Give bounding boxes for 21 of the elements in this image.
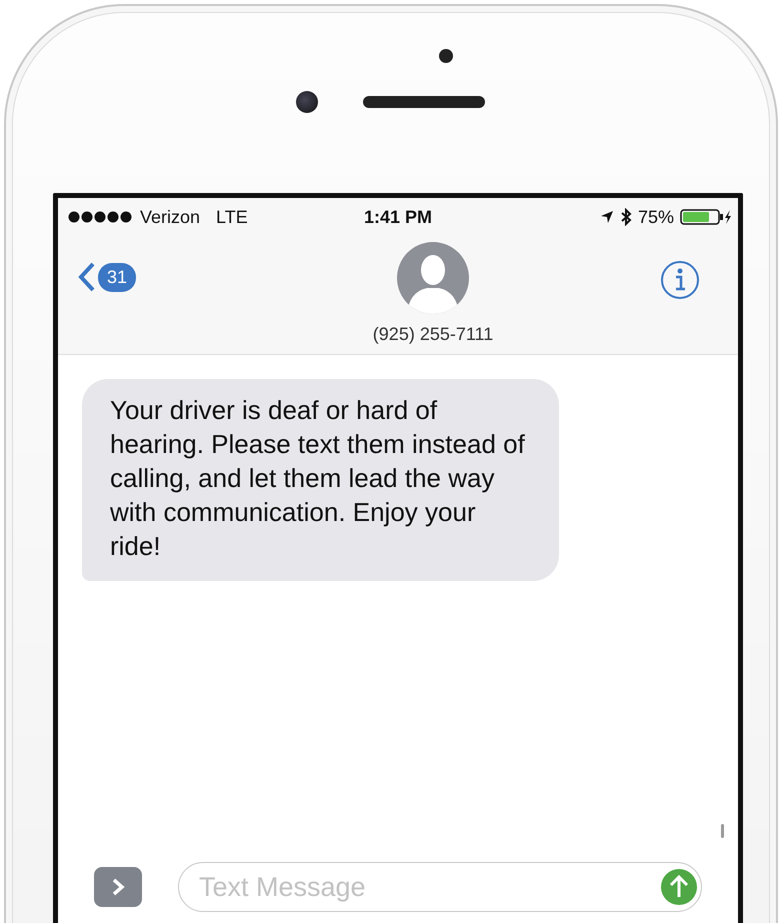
battery-icon: [680, 209, 732, 225]
location-arrow-icon: [600, 210, 614, 224]
message-bubble: Your driver is deaf or hard of hearing. Please text them instead of calling, and let them lead the way with communication. Enjoy your ride!: [82, 379, 559, 581]
contact-number: (925) 255-7111: [372, 324, 494, 345]
status-time: 1:41 PM: [364, 206, 432, 228]
camera-icon: [296, 91, 318, 113]
avatar-silhouette-icon: [397, 242, 469, 314]
chevron-right-icon: [111, 877, 125, 897]
network-type: LTE: [216, 206, 248, 228]
unread-count-badge: 31: [98, 262, 136, 292]
carrier-name: Verizon: [140, 206, 200, 228]
chevron-left-icon: [78, 262, 96, 292]
sensor-dot: [439, 49, 453, 63]
message-input-field[interactable]: Text Message: [178, 862, 702, 912]
signal-dots-icon: [68, 211, 134, 223]
back-button[interactable]: 31: [78, 262, 136, 292]
battery-percent: 75%: [638, 206, 674, 228]
expand-button[interactable]: [94, 867, 142, 907]
bluetooth-icon: [620, 208, 632, 226]
info-icon[interactable]: [660, 260, 700, 300]
scroll-indicator: [721, 824, 724, 838]
